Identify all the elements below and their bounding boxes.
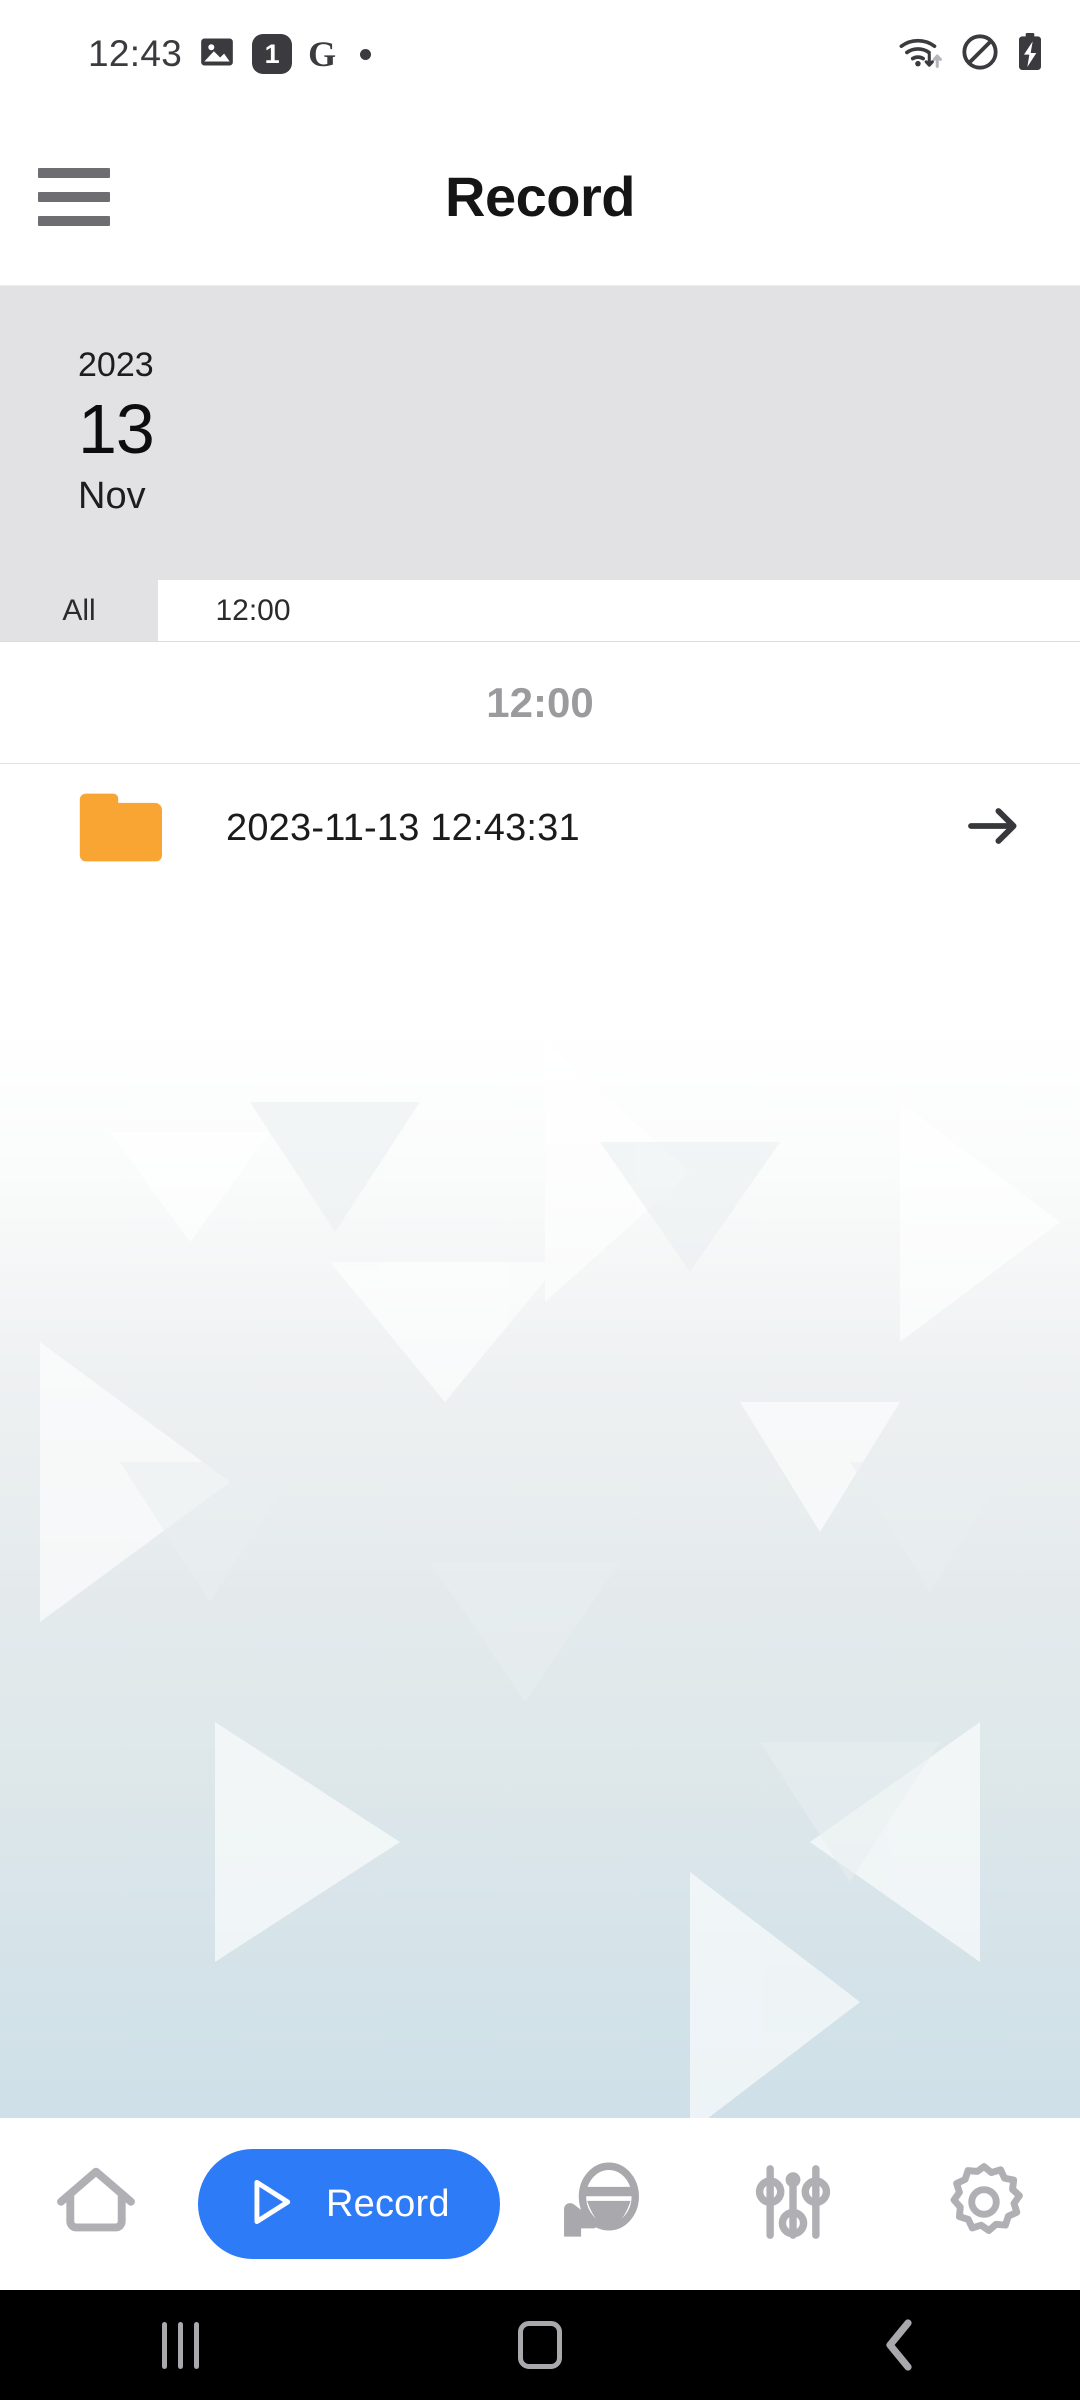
nav-item-home[interactable] [0,2118,191,2290]
date-panel[interactable]: 2023 13 Nov [0,286,1080,580]
recents-bar [193,2321,199,2369]
recents-bars [161,2321,199,2369]
filter-tab-strip: All 12:00 [0,580,1080,642]
tab-strip-filler [348,580,1080,641]
nav-item-tuning[interactable] [698,2118,889,2290]
gear-icon [944,2162,1024,2247]
status-bar-right [898,32,1044,77]
back-chevron-icon[interactable] [800,2317,1000,2373]
hamburger-menu-icon[interactable] [38,167,110,226]
record-button-label: Record [326,2182,450,2225]
photo-icon [198,33,236,76]
date-month: Nov [78,475,146,518]
recents-bar [161,2321,167,2369]
google-icon: G [308,34,337,74]
play-icon [242,2174,298,2235]
sliders-icon [753,2162,833,2247]
status-bar-clock: 12:43 [88,33,183,74]
record-row-list: 2023-11-13 12:43:31 [0,764,1080,892]
nav-item-driving[interactable] [507,2118,698,2290]
section-header-1200: 12:00 [0,642,1080,764]
nav-item-settings[interactable] [889,2118,1080,2290]
hamburger-bar [38,167,110,178]
folder-icon [78,787,174,870]
record-row[interactable]: 2023-11-13 12:43:31 [0,764,1080,892]
home-square-icon[interactable] [440,2321,640,2369]
hamburger-bar [38,191,110,202]
tab-1200[interactable]: 12:00 [158,580,348,641]
steering-wheel-icon [558,2160,646,2249]
hamburger-bar [38,215,110,226]
notification-count-badge: 1 [252,34,293,74]
tab-all[interactable]: All [0,580,158,641]
do-not-disturb-icon [960,32,1000,77]
app-header: Record [0,108,1080,286]
recents-bar [177,2321,183,2369]
page-title: Record [445,165,635,228]
status-bar-left: 12:43 1 G [88,33,372,76]
phone-screen: 12:43 1 G Record 2023 13 Nov All 12:00 1… [0,0,1080,2400]
android-navigation-bar [0,2290,1080,2400]
record-row-label: 2023-11-13 12:43:31 [226,806,580,849]
system-status-bar: 12:43 1 G [0,0,1080,108]
record-button[interactable]: Record [198,2149,500,2259]
home-icon [55,2165,137,2244]
arrow-right-icon[interactable] [966,803,1022,854]
nav-item-record[interactable]: Record [191,2118,506,2290]
dot-icon [360,48,372,60]
date-year: 2023 [78,346,154,385]
triangle-watermark-group [40,1042,1060,2118]
home-square-shape [518,2321,562,2369]
record-list-area: 12:00 2023-11-13 12:43:31 [0,642,1080,2118]
bottom-navigation-bar: Record [0,2118,1080,2290]
date-day: 13 [78,389,155,468]
battery-charging-icon [1016,32,1044,77]
wifi-icon [898,33,944,76]
recents-icon[interactable] [80,2321,280,2369]
